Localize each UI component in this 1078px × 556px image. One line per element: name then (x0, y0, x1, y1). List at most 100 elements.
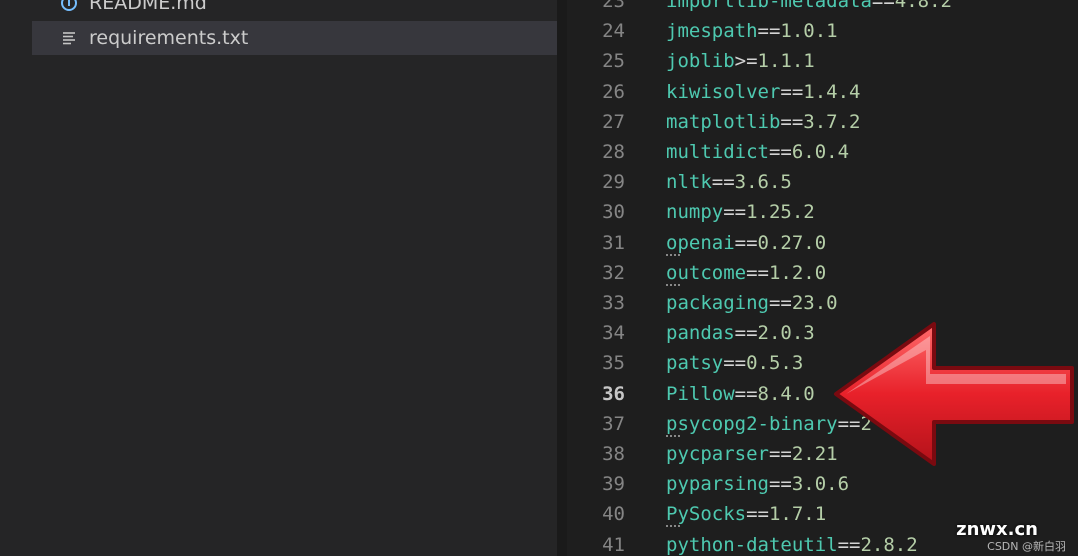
watermark-sub: CSDN @新白羽 (987, 540, 1066, 553)
code-line[interactable]: 27 matplotlib==3.7.2 (567, 107, 1078, 137)
line-number: 37 (602, 412, 625, 435)
code-line[interactable]: 26 kiwisolver==1.4.4 (567, 77, 1078, 107)
line-number: 41 (602, 533, 625, 556)
package-name: kiwisolver (666, 80, 781, 103)
code-line[interactable]: 29 nltk==3.6.5 (567, 167, 1078, 197)
requirement-text: importlib-metadata==4.8.2 (666, 0, 952, 16)
code-line[interactable]: 33 packaging==23.0 (567, 288, 1078, 318)
version-operator: == (711, 171, 735, 194)
version-operator: == (780, 80, 804, 103)
spellcheck-squiggle (666, 250, 680, 256)
code-line[interactable]: 30 numpy==1.25.2 (567, 197, 1078, 227)
version-number: 0.27.0 (757, 231, 827, 254)
requirement-text: kiwisolver==1.4.4 (666, 77, 860, 107)
version-operator: == (734, 231, 758, 254)
requirement-text: joblib>=1.1.1 (666, 46, 815, 76)
code-line[interactable]: 24 jmespath==1.0.1 (567, 16, 1078, 46)
sash-divider[interactable] (557, 0, 567, 556)
line-number: 36 (602, 382, 625, 405)
requirement-text: multidict==6.0.4 (666, 137, 849, 167)
line-number: 29 (602, 171, 625, 194)
package-name: Pillow (666, 382, 735, 405)
version-operator: == (768, 141, 792, 163)
file-item-readme[interactable]: i README.md (32, 0, 557, 20)
version-number: 6.0.4 (791, 141, 850, 163)
package-name: packaging (666, 292, 769, 314)
version-operator: == (871, 0, 895, 12)
file-name: README.md (89, 0, 207, 14)
code-line[interactable]: 31 openai==0.27.0 (567, 228, 1078, 258)
requirement-text: numpy==1.25.2 (666, 197, 815, 227)
requirement-text: packaging==23.0 (666, 288, 838, 318)
line-number: 23 (602, 0, 625, 12)
code-line[interactable]: 28 multidict==6.0.4 (567, 137, 1078, 167)
version-number: 1.0.1 (780, 20, 838, 43)
package-name: numpy (666, 201, 724, 224)
package-name: patsy (666, 352, 724, 375)
line-number: 25 (602, 50, 625, 73)
requirement-text: pandas==2.0.3 (666, 318, 815, 348)
spellcheck-squiggle (666, 280, 680, 286)
package-name: matplotlib (666, 110, 781, 133)
package-name: pycparser (666, 443, 769, 465)
line-number: 26 (602, 80, 625, 103)
line-number: 33 (602, 292, 625, 314)
code-line[interactable]: 25 joblib>=1.1.1 (567, 46, 1078, 76)
version-operator: == (780, 110, 804, 133)
version-operator: == (768, 443, 792, 465)
line-number: 31 (602, 231, 625, 254)
package-name: joblib (666, 50, 735, 73)
line-number: 39 (602, 473, 625, 496)
spellcheck-squiggle (666, 431, 680, 437)
spellcheck-squiggle (666, 521, 680, 528)
line-number: 35 (602, 352, 625, 375)
version-number: 1.1.1 (757, 50, 815, 73)
version-number: 8.4.0 (757, 382, 815, 405)
version-number: 3.6.5 (734, 171, 792, 194)
version-operator: == (768, 473, 792, 496)
version-number: 2.0.3 (757, 322, 815, 345)
package-name: psycopg2-binary (666, 412, 838, 435)
package-name: pandas (666, 322, 735, 345)
package-name: importlib-metadata (666, 0, 872, 12)
version-operator: == (837, 533, 861, 556)
version-number: 1.25.2 (746, 201, 815, 224)
requirement-text: pycparser==2.21 (666, 439, 838, 469)
line-number: 27 (602, 110, 625, 133)
watermark-main: znwx.cn (956, 519, 1038, 540)
version-operator: == (746, 503, 769, 526)
line-number: 40 (602, 503, 625, 526)
version-operator: == (768, 292, 792, 314)
version-number: 23.0 (791, 292, 838, 314)
file-explorer: i README.md requirements.txt (0, 0, 557, 556)
version-number: 3.7.2 (803, 110, 861, 133)
line-number: 28 (602, 141, 625, 163)
package-name: jmespath (666, 20, 758, 43)
file-name: requirements.txt (89, 27, 249, 49)
package-name: pyparsing (666, 473, 769, 496)
code-line[interactable]: 39 pyparsing==3.0.6 (567, 469, 1078, 499)
package-name: python-dateutil (666, 533, 838, 556)
requirement-text: pyparsing==3.0.6 (666, 469, 849, 499)
line-number: 34 (602, 322, 625, 345)
version-operator: == (734, 382, 758, 405)
file-item-requirements[interactable]: requirements.txt (32, 21, 557, 55)
version-number: 3.0.6 (791, 473, 850, 496)
requirement-text: openai==0.27.0 (666, 228, 826, 258)
code-line[interactable]: 23 importlib-metadata==4.8.2 (567, 0, 1078, 16)
version-number: 1.4.4 (803, 80, 861, 103)
text-file-icon (58, 27, 80, 49)
line-number: 38 (602, 443, 625, 465)
version-operator: >= (734, 50, 758, 73)
requirement-text: python-dateutil==2.8.2 (666, 530, 918, 556)
requirement-text: PySocks==1.7.1 (666, 499, 826, 529)
version-operator: == (746, 261, 769, 284)
requirement-text: Pillow==8.4.0 (666, 379, 815, 409)
version-number: 4.8.2 (894, 0, 952, 12)
code-line[interactable]: 32 outcome==1.2.0 (567, 258, 1078, 288)
requirement-text: jmespath==1.0.1 (666, 16, 838, 46)
line-number: 24 (602, 20, 625, 43)
red-arrow-left-icon (834, 322, 1074, 466)
version-number: 2.8.2 (860, 533, 918, 556)
code-editor[interactable]: 23 importlib-metadata==4.8.2 24 jmespath==1… (567, 0, 1078, 556)
